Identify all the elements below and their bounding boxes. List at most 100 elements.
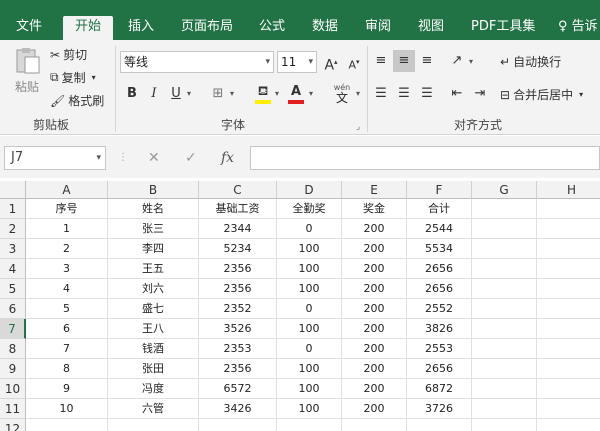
column-header-g[interactable]: G	[472, 181, 537, 199]
borders-button[interactable]: ⊞	[207, 83, 229, 105]
table-cell[interactable]	[537, 399, 600, 419]
table-cell[interactable]: 5534	[407, 239, 472, 259]
table-cell[interactable]	[537, 379, 600, 399]
table-cell[interactable]: 100	[277, 399, 342, 419]
table-cell[interactable]	[537, 359, 600, 379]
cancel-formula-button[interactable]: ✕	[148, 146, 160, 170]
chevron-down-icon[interactable]: ▾	[187, 89, 191, 98]
table-cell[interactable]: 2353	[199, 339, 277, 359]
table-cell[interactable]: 100	[277, 259, 342, 279]
row-header[interactable]: 9	[0, 359, 26, 379]
table-cell[interactable]: 5234	[199, 239, 277, 259]
table-cell[interactable]: 200	[342, 379, 407, 399]
table-cell[interactable]: 200	[342, 339, 407, 359]
chevron-down-icon[interactable]: ▾	[230, 89, 234, 98]
table-cell[interactable]: 姓名	[108, 199, 199, 219]
tab-page-layout[interactable]: 页面布局	[181, 16, 233, 40]
table-cell[interactable]: 盛七	[108, 299, 199, 319]
row-header[interactable]: 12	[0, 419, 26, 431]
column-header-f[interactable]: F	[407, 181, 472, 199]
table-cell[interactable]	[199, 419, 277, 431]
table-cell[interactable]: 200	[342, 319, 407, 339]
table-cell[interactable]: 0	[277, 299, 342, 319]
table-cell[interactable]: 3726	[407, 399, 472, 419]
table-cell[interactable]: 200	[342, 299, 407, 319]
font-color-button[interactable]: A	[285, 81, 307, 104]
tab-formulas[interactable]: 公式	[259, 16, 285, 40]
fill-color-button[interactable]: ⛾	[252, 81, 274, 104]
insert-function-button[interactable]: fx	[221, 146, 234, 170]
table-cell[interactable]: 7	[26, 339, 108, 359]
table-cell[interactable]: 100	[277, 279, 342, 299]
table-cell[interactable]	[537, 299, 600, 319]
table-cell[interactable]: 张田	[108, 359, 199, 379]
name-box[interactable]: J7 ▾	[4, 146, 106, 170]
table-cell[interactable]: 2356	[199, 259, 277, 279]
table-cell[interactable]: 奖金	[342, 199, 407, 219]
table-cell[interactable]: 王五	[108, 259, 199, 279]
table-cell[interactable]: 李四	[108, 239, 199, 259]
table-cell[interactable]: 2553	[407, 339, 472, 359]
format-painter-button[interactable]: 🖌 格式刷	[50, 92, 104, 109]
tab-file[interactable]: 文件	[16, 16, 42, 40]
table-cell[interactable]: 2	[26, 239, 108, 259]
table-cell[interactable]: 6872	[407, 379, 472, 399]
table-cell[interactable]: 200	[342, 219, 407, 239]
table-cell[interactable]: 2344	[199, 219, 277, 239]
table-cell[interactable]: 基础工资	[199, 199, 277, 219]
align-center-button[interactable]: ☰	[393, 83, 415, 105]
dialog-launcher-icon[interactable]: ⌟	[356, 122, 360, 132]
row-header[interactable]: 11	[0, 399, 26, 419]
table-cell[interactable]: 200	[342, 259, 407, 279]
select-all-corner[interactable]	[0, 181, 26, 199]
column-header-e[interactable]: E	[342, 181, 407, 199]
table-cell[interactable]: 王八	[108, 319, 199, 339]
underline-button[interactable]: U	[165, 83, 187, 105]
table-cell[interactable]: 200	[342, 399, 407, 419]
table-cell[interactable]	[472, 379, 537, 399]
table-cell[interactable]	[342, 419, 407, 431]
table-cell[interactable]: 2356	[199, 279, 277, 299]
table-cell[interactable]: 0	[277, 219, 342, 239]
copy-button[interactable]: ⧉ 复制 ▾	[50, 69, 96, 86]
table-cell[interactable]: 3826	[407, 319, 472, 339]
table-cell[interactable]	[26, 419, 108, 431]
row-header[interactable]: 10	[0, 379, 26, 399]
table-cell[interactable]	[537, 199, 600, 219]
chevron-down-icon[interactable]: ▾	[356, 89, 360, 98]
table-cell[interactable]: 200	[342, 359, 407, 379]
font-name-select[interactable]: 等线 ▾	[120, 51, 274, 73]
table-cell[interactable]: 2544	[407, 219, 472, 239]
table-cell[interactable]: 5	[26, 299, 108, 319]
column-header-d[interactable]: D	[277, 181, 342, 199]
column-header-c[interactable]: C	[199, 181, 277, 199]
confirm-formula-button[interactable]: ✓	[185, 146, 197, 170]
table-cell[interactable]	[472, 399, 537, 419]
table-cell[interactable]	[472, 199, 537, 219]
tab-data[interactable]: 数据	[312, 16, 338, 40]
font-size-select[interactable]: 11 ▾	[277, 51, 317, 73]
table-cell[interactable]: 冯度	[108, 379, 199, 399]
table-cell[interactable]: 序号	[26, 199, 108, 219]
wrap-text-button[interactable]: ↵ 自动换行	[500, 53, 561, 70]
column-header-a[interactable]: A	[26, 181, 108, 199]
table-cell[interactable]	[472, 239, 537, 259]
table-cell[interactable]: 2656	[407, 259, 472, 279]
align-left-button[interactable]: ☰	[370, 83, 392, 105]
table-cell[interactable]: 200	[342, 279, 407, 299]
worksheet-grid[interactable]: A B C D E F G H 1 序号 姓名 基础工资 全勤奖 奖金 合计 2 1 张三 2344 0 200 2544…	[0, 181, 600, 431]
align-bottom-button[interactable]: ≡	[416, 50, 438, 72]
cut-button[interactable]: ✂ 剪切	[50, 46, 87, 63]
table-cell[interactable]: 200	[342, 239, 407, 259]
tab-pdf-tools[interactable]: PDF工具集	[471, 16, 535, 40]
increase-indent-button[interactable]: ⇥	[469, 83, 491, 105]
grow-font-button[interactable]: A▴	[320, 51, 342, 74]
merge-center-button[interactable]: ⊟ 合并后居中 ▾	[500, 86, 583, 103]
table-cell[interactable]	[537, 259, 600, 279]
chevron-down-icon[interactable]: ▾	[275, 89, 279, 98]
table-cell[interactable]: 2352	[199, 299, 277, 319]
row-header[interactable]: 1	[0, 199, 26, 219]
row-header[interactable]: 6	[0, 299, 26, 319]
table-cell[interactable]: 0	[277, 339, 342, 359]
column-header-h[interactable]: H	[537, 181, 600, 199]
